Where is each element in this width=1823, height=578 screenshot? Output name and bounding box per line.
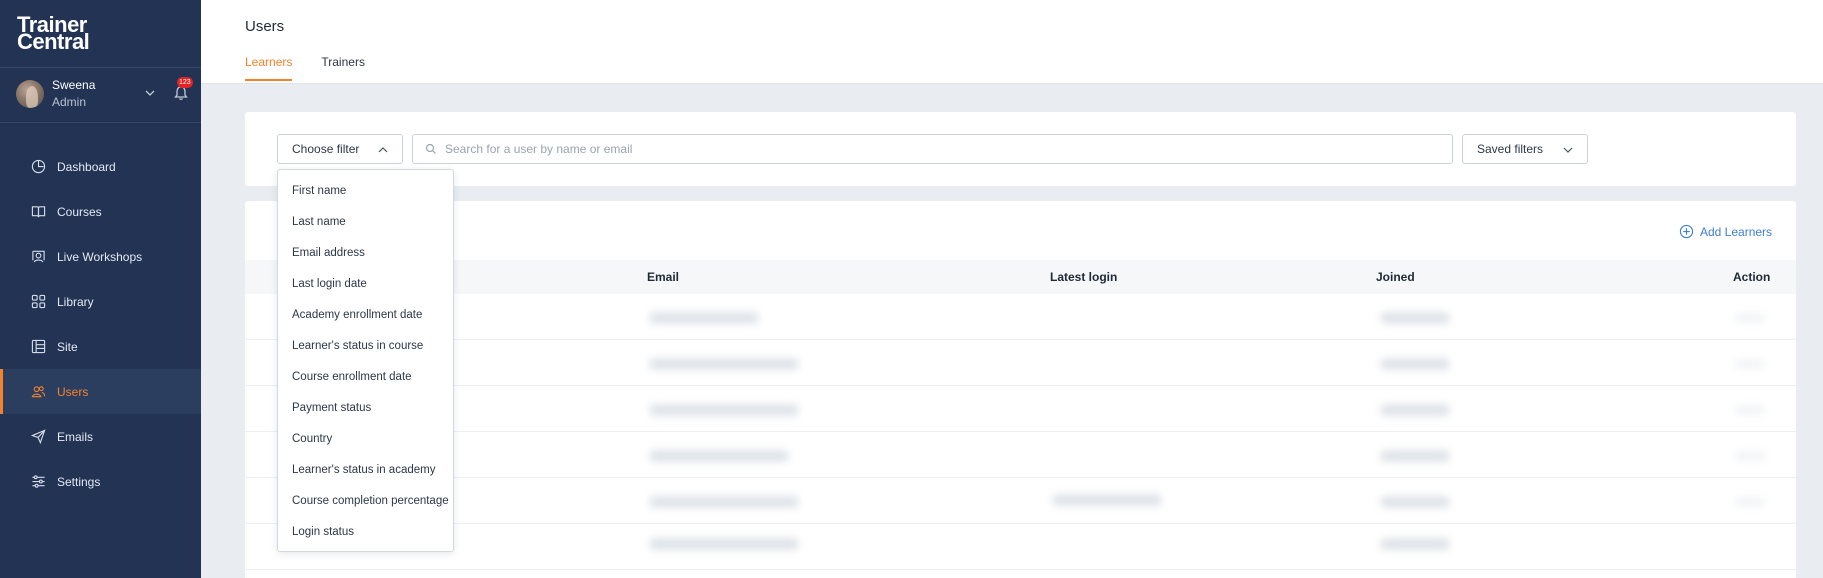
table-row[interactable] bbox=[245, 294, 1796, 340]
redacted-latest-login bbox=[1052, 494, 1162, 506]
redacted-email bbox=[649, 358, 799, 370]
filter-option-learner-status-in-course[interactable]: Learner's status in course bbox=[278, 330, 453, 361]
filter-option-email-address[interactable]: Email address bbox=[278, 237, 453, 268]
filter-option-last-name[interactable]: Last name bbox=[278, 206, 453, 237]
users-tabs: Learners Trainers bbox=[245, 55, 394, 81]
site-icon bbox=[31, 339, 46, 354]
filter-option-last-login-date[interactable]: Last login date bbox=[278, 268, 453, 299]
column-header-joined[interactable]: Joined bbox=[1376, 270, 1415, 284]
sidebar-item-label: Site bbox=[57, 339, 78, 354]
filter-option-payment-status[interactable]: Payment status bbox=[278, 392, 453, 423]
choose-filter-label: Choose filter bbox=[292, 142, 360, 156]
emails-icon bbox=[31, 429, 46, 444]
filter-option-course-enrollment-date[interactable]: Course enrollment date bbox=[278, 361, 453, 392]
redacted-joined bbox=[1380, 358, 1450, 370]
redacted-email bbox=[649, 538, 799, 550]
chevron-down-icon bbox=[1563, 147, 1573, 153]
sidebar-item-courses[interactable]: Courses bbox=[0, 189, 201, 234]
sidebar-item-emails[interactable]: Emails bbox=[0, 414, 201, 459]
sidebar-item-label: Settings bbox=[57, 474, 101, 489]
sidebar-item-label: Emails bbox=[57, 429, 94, 444]
tab-learners[interactable]: Learners bbox=[245, 55, 293, 81]
redacted-email bbox=[649, 450, 789, 462]
redacted-email bbox=[649, 496, 799, 508]
redacted-action bbox=[1735, 314, 1765, 322]
add-circle-icon bbox=[1679, 224, 1694, 239]
users-icon bbox=[31, 386, 46, 398]
courses-icon bbox=[31, 206, 46, 218]
user-profile[interactable]: Sweena Admin 123 bbox=[16, 77, 196, 111]
sidebar-item-label: Courses bbox=[57, 204, 102, 219]
redacted-action bbox=[1735, 360, 1765, 368]
choose-filter-dropdown[interactable]: Choose filter bbox=[277, 134, 403, 164]
chevron-down-icon[interactable] bbox=[143, 86, 157, 100]
sidebar-item-label: Users bbox=[57, 384, 89, 399]
search-input[interactable] bbox=[445, 142, 1425, 156]
redacted-joined bbox=[1380, 450, 1450, 462]
sidebar: Trainer Central Sweena Admin 123 Dashboa… bbox=[0, 0, 201, 578]
chevron-up-icon bbox=[378, 147, 388, 153]
sidebar-divider bbox=[0, 67, 201, 68]
filter-options-menu: First name Last name Email address Last … bbox=[277, 169, 454, 552]
redacted-joined bbox=[1380, 312, 1450, 324]
table-header: Email Latest login Joined Action bbox=[245, 260, 1796, 294]
sidebar-item-label: Library bbox=[57, 294, 94, 309]
avatar bbox=[16, 80, 44, 108]
sidebar-item-label: Live Workshops bbox=[57, 249, 143, 264]
table-row[interactable] bbox=[245, 340, 1796, 386]
table-row[interactable] bbox=[245, 524, 1796, 570]
column-header-latest-login[interactable]: Latest login bbox=[1050, 270, 1117, 284]
sidebar-item-site[interactable]: Site bbox=[0, 324, 201, 369]
table-row[interactable] bbox=[245, 478, 1796, 524]
search-field[interactable] bbox=[412, 134, 1453, 164]
filter-option-academy-enrollment-date[interactable]: Academy enrollment date bbox=[278, 299, 453, 330]
page-header: Users Learners Trainers bbox=[201, 0, 1823, 84]
add-learners-label: Add Learners bbox=[1700, 224, 1773, 239]
sidebar-item-live-workshops[interactable]: Live Workshops bbox=[0, 234, 201, 279]
filter-option-learner-status-in-academy[interactable]: Learner's status in academy bbox=[278, 454, 453, 485]
sidebar-item-settings[interactable]: Settings bbox=[0, 459, 201, 504]
saved-filters-label: Saved filters bbox=[1477, 142, 1544, 156]
add-learners-button[interactable]: Add Learners bbox=[1679, 224, 1772, 239]
filter-option-login-status[interactable]: Login status bbox=[278, 516, 453, 547]
redacted-joined bbox=[1380, 404, 1450, 416]
sidebar-nav: Dashboard Courses Live Workshops Library… bbox=[0, 144, 201, 504]
redacted-email bbox=[649, 312, 759, 324]
profile-role: Admin bbox=[52, 95, 87, 109]
column-header-email[interactable]: Email bbox=[647, 270, 679, 284]
search-icon bbox=[425, 143, 436, 154]
notification-badge: 123 bbox=[177, 77, 193, 88]
column-header-action: Action bbox=[1733, 270, 1771, 284]
redacted-joined bbox=[1380, 496, 1450, 508]
table-body bbox=[245, 294, 1796, 570]
redacted-action bbox=[1735, 406, 1765, 414]
sidebar-item-label: Dashboard bbox=[57, 159, 116, 174]
filter-option-country[interactable]: Country bbox=[278, 423, 453, 454]
redacted-action bbox=[1735, 498, 1765, 506]
brand-logo[interactable]: Trainer Central bbox=[17, 14, 90, 53]
table-row[interactable] bbox=[245, 432, 1796, 478]
settings-icon bbox=[32, 475, 45, 488]
redacted-email bbox=[649, 404, 799, 416]
sidebar-item-users[interactable]: Users bbox=[0, 369, 201, 414]
filter-panel: Choose filter Saved filters bbox=[245, 112, 1796, 186]
page-title: Users bbox=[245, 18, 285, 35]
learners-table-panel: Add Learners Email Latest login Joined A… bbox=[245, 201, 1796, 578]
profile-name: Sweena bbox=[52, 78, 96, 92]
filter-option-first-name[interactable]: First name bbox=[278, 175, 453, 206]
tab-trainers[interactable]: Trainers bbox=[321, 55, 365, 81]
saved-filters-dropdown[interactable]: Saved filters bbox=[1462, 134, 1588, 164]
dashboard-icon bbox=[31, 159, 46, 174]
table-row[interactable] bbox=[245, 386, 1796, 432]
library-icon bbox=[31, 294, 46, 309]
filter-option-course-completion-percentage[interactable]: Course completion percentage bbox=[278, 485, 453, 516]
redacted-joined bbox=[1380, 538, 1450, 550]
sidebar-item-dashboard[interactable]: Dashboard bbox=[0, 144, 201, 189]
live-workshops-icon bbox=[32, 250, 45, 263]
sidebar-item-library[interactable]: Library bbox=[0, 279, 201, 324]
sidebar-divider bbox=[0, 122, 201, 123]
redacted-action bbox=[1735, 452, 1765, 460]
